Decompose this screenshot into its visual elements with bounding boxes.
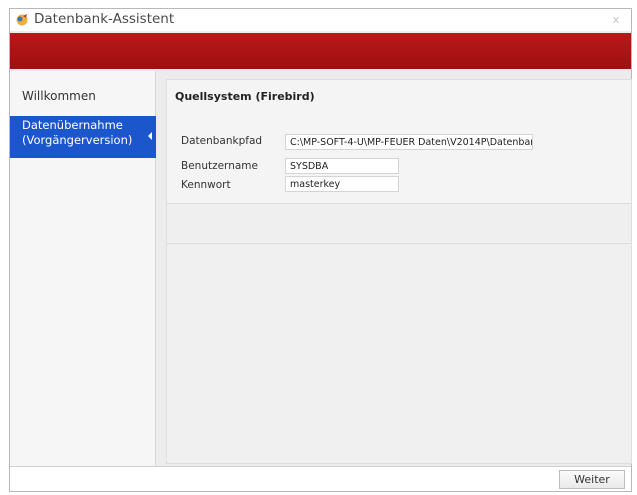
wizard-app-icon	[16, 14, 28, 26]
active-indicator-icon	[148, 132, 152, 140]
window-title: Datenbank-Assistent	[34, 11, 175, 27]
sidebar-item-sublabel: (Vorgängerversion)	[22, 133, 133, 147]
sidebar-item-label: Willkommen	[22, 89, 96, 103]
sidebar-item-datenuebernahme[interactable]: Datenübernahme (Vorgängerversion)	[10, 116, 156, 158]
sidebar-item-label: Datenübernahme	[22, 118, 123, 132]
password-input[interactable]: masterkey	[285, 176, 399, 192]
sidebar: Willkommen Datenübernahme (Vorgängervers…	[10, 71, 156, 466]
username-label: Benutzername	[181, 160, 258, 172]
log-panel	[167, 244, 631, 463]
options-band	[167, 204, 631, 242]
section-title: Quellsystem (Firebird)	[175, 90, 315, 103]
header-banner	[10, 33, 631, 69]
sidebar-item-willkommen[interactable]: Willkommen	[10, 86, 156, 106]
password-label: Kennwort	[181, 179, 231, 191]
wizard-window: Datenbank-Assistent x Willkommen Datenüb…	[9, 8, 632, 492]
database-path-label: Datenbankpfad	[181, 135, 263, 147]
username-input[interactable]: SYSDBA	[285, 158, 399, 174]
title-bar: Datenbank-Assistent x	[10, 9, 631, 31]
footer-bar: Weiter	[10, 466, 631, 491]
close-button[interactable]: x	[605, 12, 627, 28]
next-button[interactable]: Weiter	[559, 470, 625, 489]
main-content: Quellsystem (Firebird) Datenbankpfad C:\…	[166, 79, 632, 464]
database-path-input[interactable]: C:\MP-SOFT-4-U\MP-FEUER Daten\V2014P\Dat…	[285, 134, 533, 150]
